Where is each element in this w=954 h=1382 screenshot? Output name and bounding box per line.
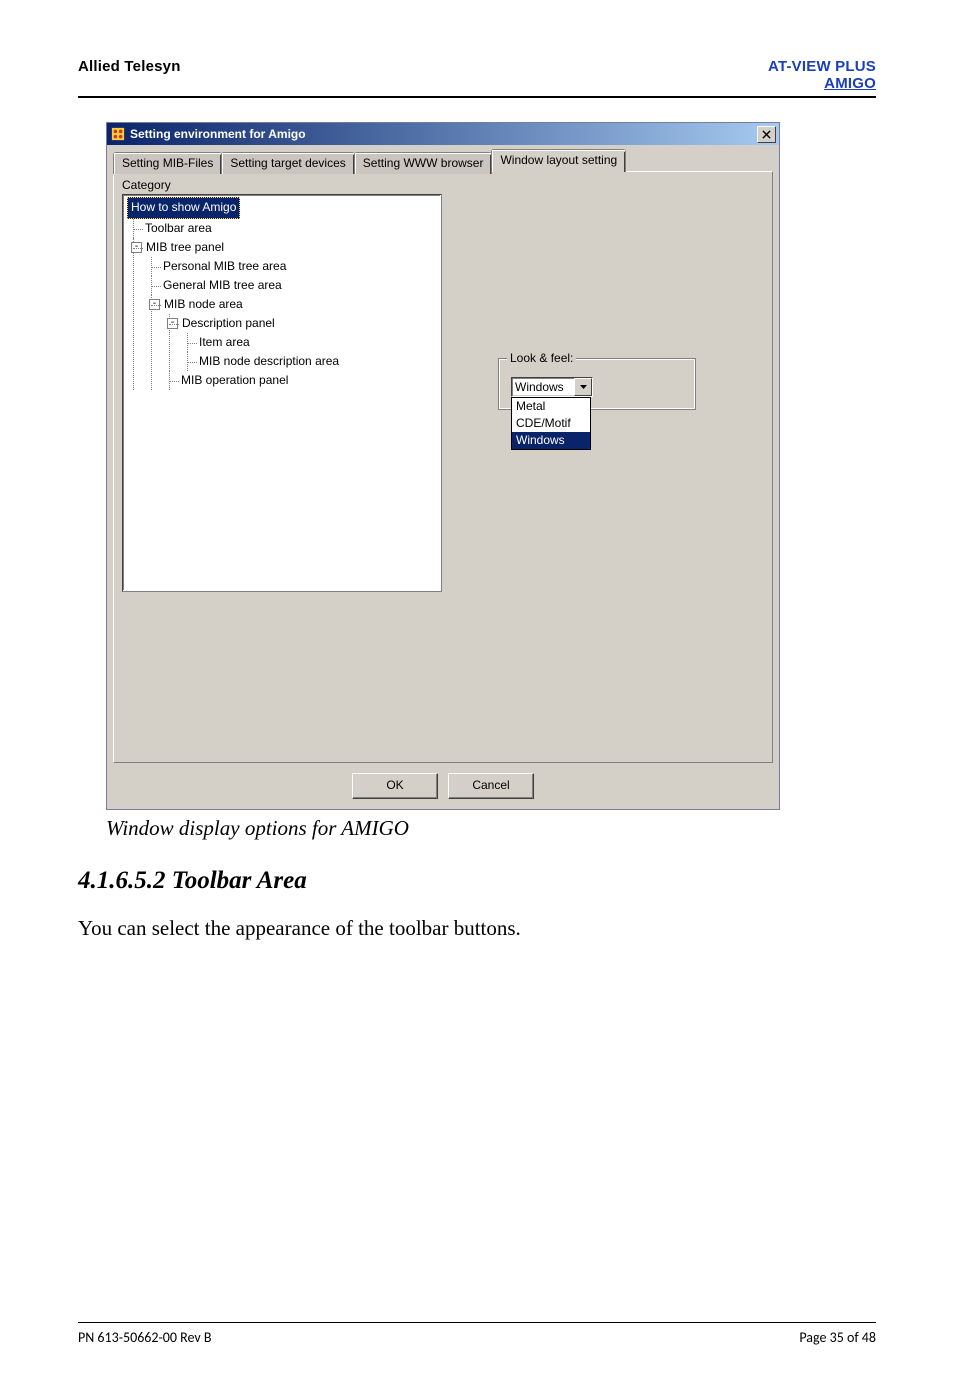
footer-part-number: PN 613-50662-00 Rev B [78, 1329, 212, 1346]
dialog-title: Setting environment for Amigo [130, 127, 306, 141]
tree-root-label: How to show Amigo [127, 197, 240, 219]
tree-label: Toolbar area [145, 221, 212, 235]
tree-item-general-mib[interactable]: General MIB tree area [163, 276, 441, 295]
tree-item-mib-node-area[interactable]: - MIB node area -Description panel Item a… [163, 295, 441, 390]
tree-label: Personal MIB tree area [163, 259, 286, 273]
combo-value: Windows [515, 380, 564, 394]
close-button[interactable] [757, 126, 776, 143]
tree-item-item-area[interactable]: Item area [199, 333, 441, 352]
tree-item-toolbar-area[interactable]: Toolbar area [145, 219, 441, 238]
app-icon [111, 127, 125, 141]
tree-label: MIB operation panel [181, 373, 288, 387]
header-product: AT-VIEW PLUS [768, 58, 876, 75]
tab-page-window-layout: Category How to show Amigo Toolbar area … [113, 171, 773, 763]
header-model: AMIGO [768, 75, 876, 92]
category-tree[interactable]: How to show Amigo Toolbar area -MIB tree… [122, 194, 442, 592]
cancel-button[interactable]: Cancel [448, 773, 534, 799]
look-and-feel-combo[interactable]: Windows [511, 377, 593, 397]
collapse-icon[interactable]: - [149, 299, 160, 310]
header-rule [78, 96, 876, 98]
combo-option-metal[interactable]: Metal [512, 398, 590, 415]
figure-caption: Window display options for AMIGO [106, 816, 876, 841]
look-and-feel-legend: Look & feel: [507, 351, 576, 365]
tab-label: Setting WWW browser [363, 156, 484, 170]
collapse-icon[interactable]: - [131, 242, 142, 253]
body-paragraph: You can select the appearance of the too… [78, 915, 876, 942]
tree-label: Description panel [182, 316, 275, 330]
tree-label: MIB node area [164, 297, 243, 311]
combo-option-cdemotif[interactable]: CDE/Motif [512, 415, 590, 432]
look-and-feel-list[interactable]: Metal CDE/Motif Windows [511, 397, 591, 450]
ok-button[interactable]: OK [352, 773, 438, 799]
tab-label: Window layout setting [500, 153, 617, 167]
options-pane: Look & feel: Windows Metal [450, 194, 764, 754]
header-vendor: Allied Telesyn [78, 58, 181, 92]
look-and-feel-group: Look & feel: Windows Metal [498, 358, 696, 410]
tree-item-description-panel[interactable]: -Description panel Item area MIB node de… [181, 314, 441, 371]
section-heading: 4.1.6.5.2 Toolbar Area [78, 867, 876, 895]
tab-bar: Setting MIB-Files Setting target devices… [113, 149, 773, 172]
dropdown-button[interactable] [574, 378, 592, 396]
tab-label: Setting target devices [230, 156, 345, 170]
tab-www-browser[interactable]: Setting WWW browser [354, 152, 493, 174]
combo-option-windows[interactable]: Windows [512, 432, 590, 449]
titlebar[interactable]: Setting environment for Amigo [107, 123, 779, 145]
settings-dialog: Setting environment for Amigo Setting MI… [106, 122, 780, 810]
tree-item-personal-mib[interactable]: Personal MIB tree area [163, 257, 441, 276]
tab-mib-files[interactable]: Setting MIB-Files [113, 152, 222, 174]
tree-item-node-desc-area[interactable]: MIB node description area [199, 352, 441, 371]
tree-label: Item area [199, 335, 250, 349]
tree-root[interactable]: How to show Amigo Toolbar area -MIB tree… [127, 197, 441, 390]
footer-rule [78, 1322, 876, 1323]
tab-window-layout[interactable]: Window layout setting [491, 149, 626, 172]
category-label: Category [122, 178, 764, 192]
tree-item-operation-panel[interactable]: MIB operation panel [181, 371, 441, 390]
tab-target-devices[interactable]: Setting target devices [221, 152, 354, 174]
tab-label: Setting MIB-Files [122, 156, 213, 170]
tree-label: MIB tree panel [146, 240, 224, 254]
tree-label: MIB node description area [199, 354, 339, 368]
page-footer: PN 613-50662-00 Rev B Page 35 of 48 [78, 1322, 876, 1346]
chevron-down-icon [580, 385, 587, 389]
tree-label: General MIB tree area [163, 278, 282, 292]
dialog-buttons: OK Cancel [113, 773, 773, 799]
tree-item-mib-tree-panel[interactable]: - MIB tree panel Personal MIB tree area G… [145, 238, 441, 390]
footer-page-number: Page 35 of 48 [799, 1329, 876, 1346]
close-icon [762, 130, 771, 139]
collapse-icon[interactable]: - [167, 318, 178, 329]
